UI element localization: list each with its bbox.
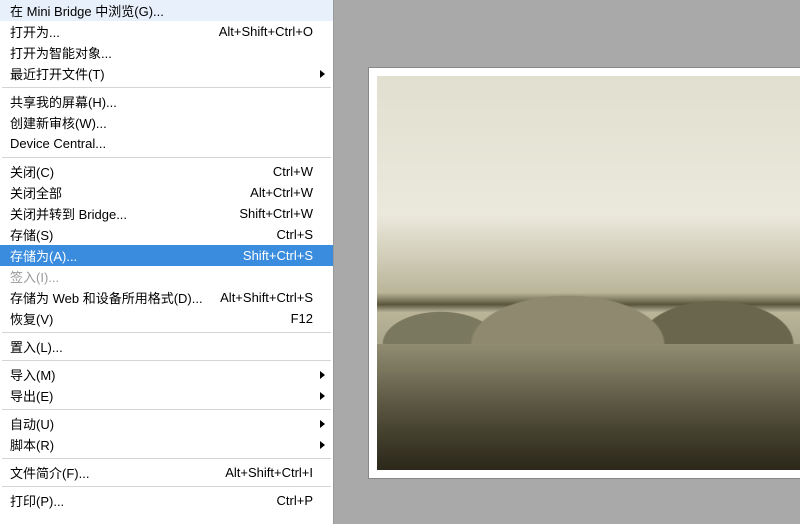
submenu-arrow-icon (320, 420, 325, 428)
menu-item[interactable]: 打开为智能对象... (0, 42, 333, 63)
menu-item[interactable]: 关闭(C)Ctrl+W (0, 161, 333, 182)
menu-separator (2, 458, 331, 459)
menu-item-label: 共享我的屏幕(H)... (10, 92, 313, 111)
menu-item[interactable]: 存储为 Web 和设备所用格式(D)...Alt+Shift+Ctrl+S (0, 287, 333, 308)
menu-item-label: 创建新审核(W)... (10, 113, 313, 132)
menu-item[interactable]: 关闭全部Alt+Ctrl+W (0, 182, 333, 203)
menu-item-label: 置入(L)... (10, 337, 313, 356)
menu-item[interactable]: 导出(E) (0, 385, 333, 406)
menu-item-label: 导入(M) (10, 365, 313, 384)
menu-item-shortcut: Ctrl+S (277, 227, 313, 242)
menu-item-label: 恢复(V) (10, 309, 291, 328)
menu-separator (2, 157, 331, 158)
menu-item-label: 打开为智能对象... (10, 43, 313, 62)
menu-separator (2, 332, 331, 333)
menu-separator (2, 486, 331, 487)
menu-item-label: 自动(U) (10, 414, 313, 433)
menu-item-shortcut: Ctrl+P (277, 493, 313, 508)
menu-item[interactable]: 导入(M) (0, 364, 333, 385)
menu-item-shortcut: Alt+Shift+Ctrl+I (225, 465, 313, 480)
menu-item[interactable]: 置入(L)... (0, 336, 333, 357)
menu-item-label: 脚本(R) (10, 435, 313, 454)
submenu-arrow-icon (320, 70, 325, 78)
menu-item[interactable]: 打开为...Alt+Shift+Ctrl+O (0, 21, 333, 42)
menu-item[interactable]: 文件简介(F)...Alt+Shift+Ctrl+I (0, 462, 333, 483)
menu-item-label: 文件简介(F)... (10, 463, 225, 482)
submenu-arrow-icon (320, 371, 325, 379)
menu-item-label: Device Central... (10, 136, 313, 151)
menu-item-label: 打开为... (10, 22, 219, 41)
menu-item[interactable]: 存储(S)Ctrl+S (0, 224, 333, 245)
menu-item-label: 存储为(A)... (10, 246, 243, 265)
menu-item-shortcut: Ctrl+W (273, 164, 313, 179)
image-content-reflection (377, 344, 800, 470)
menu-item[interactable]: 在 Mini Bridge 中浏览(G)... (0, 0, 333, 21)
menu-item-shortcut: Alt+Shift+Ctrl+O (219, 24, 313, 39)
menu-item-shortcut: Alt+Ctrl+W (250, 185, 313, 200)
image-content-mountains (377, 226, 800, 344)
menu-item-label: 关闭(C) (10, 162, 273, 181)
canvas-workspace (334, 0, 800, 524)
menu-item-shortcut: F12 (291, 311, 313, 326)
submenu-arrow-icon (320, 392, 325, 400)
menu-item-label: 最近打开文件(T) (10, 64, 313, 83)
menu-item-label: 签入(I)... (10, 267, 313, 286)
menu-item-label: 导出(E) (10, 386, 313, 405)
menu-item[interactable]: 存储为(A)...Shift+Ctrl+S (0, 245, 333, 266)
menu-item[interactable]: 脚本(R) (0, 434, 333, 455)
document-image (377, 76, 800, 470)
menu-item-label: 关闭并转到 Bridge... (10, 204, 239, 223)
menu-item-shortcut: Shift+Ctrl+S (243, 248, 313, 263)
submenu-arrow-icon (320, 441, 325, 449)
menu-item-label: 存储为 Web 和设备所用格式(D)... (10, 288, 220, 307)
menu-item[interactable]: 创建新审核(W)... (0, 112, 333, 133)
menu-item[interactable]: Device Central... (0, 133, 333, 154)
menu-item[interactable]: 自动(U) (0, 413, 333, 434)
document-window[interactable] (369, 68, 800, 478)
menu-item: 签入(I)... (0, 266, 333, 287)
menu-item-label: 存储(S) (10, 225, 277, 244)
menu-item-shortcut: Shift+Ctrl+W (239, 206, 313, 221)
menu-item[interactable]: 恢复(V)F12 (0, 308, 333, 329)
menu-item[interactable]: 最近打开文件(T) (0, 63, 333, 84)
menu-item-shortcut: Alt+Shift+Ctrl+S (220, 290, 313, 305)
menu-separator (2, 360, 331, 361)
file-menu-dropdown: 在 Mini Bridge 中浏览(G)...打开为...Alt+Shift+C… (0, 0, 334, 524)
menu-item[interactable]: 共享我的屏幕(H)... (0, 91, 333, 112)
menu-item[interactable]: 关闭并转到 Bridge...Shift+Ctrl+W (0, 203, 333, 224)
menu-item-label: 在 Mini Bridge 中浏览(G)... (10, 1, 313, 20)
menu-item[interactable]: 打印(P)...Ctrl+P (0, 490, 333, 511)
menu-item-label: 打印(P)... (10, 491, 277, 510)
menu-separator (2, 87, 331, 88)
menu-separator (2, 409, 331, 410)
menu-item-label: 关闭全部 (10, 183, 250, 202)
